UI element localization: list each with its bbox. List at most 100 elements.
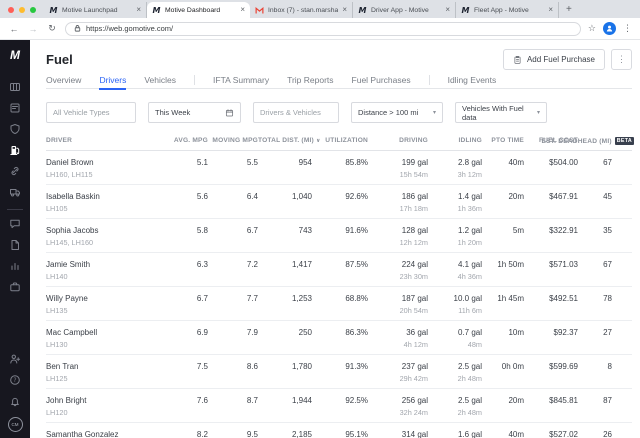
driving-cell: 199 gal15h 54m [368,158,428,184]
column-header-est-deadhead-mi[interactable]: EST. DEADHEAD (MI)BETA [578,137,634,145]
browser-menu-icon[interactable]: ⋮ [623,23,632,34]
moving-mpg-cell: 5.5 [208,158,258,184]
tab-drivers[interactable]: Drivers [99,71,126,89]
driver-name[interactable]: Isabella Baskin [46,192,164,201]
table-row[interactable]: Sophia Jacobs LH145, LH160 5.8 6.7 743 9… [46,219,632,253]
table-row[interactable]: Willy Payne LH135 6.7 7.7 1,253 68.8% 18… [46,287,632,321]
driving-cell: 237 gal29h 42m [368,362,428,388]
browser-tab[interactable]: Inbox (7) - stan.marshal@trucki × [250,2,353,18]
tab-close-icon[interactable]: × [136,6,141,14]
reload-icon[interactable]: ↻ [46,23,58,34]
driver-name[interactable]: John Bright [46,396,164,405]
tab-close-icon[interactable]: × [342,6,347,14]
address-bar[interactable]: https://web.gomotive.com/ [65,22,581,36]
driver-name[interactable]: Jamie Smith [46,260,164,269]
driver-name[interactable]: Ben Tran [46,362,164,371]
column-header-moving-mpg[interactable]: MOVING MPG [208,137,258,145]
table-row[interactable]: John Bright LH120 7.6 8.7 1,944 92.5% 25… [46,389,632,423]
column-header-utilization[interactable]: UTILIZATION [312,137,368,145]
driver-cell: Samantha Gonzalez [46,430,164,438]
driver-name[interactable]: Mac Campbell [46,328,164,337]
sidebar-item-help[interactable]: ? [0,371,30,392]
drivers-vehicles-input[interactable] [260,108,332,117]
new-tab-button[interactable]: + [559,4,579,18]
fuel-cost-cell: $571.03 [524,260,578,286]
driver-cell: John Bright LH120 [46,396,164,422]
tab-close-icon[interactable]: × [445,6,450,14]
pto-time-cell: 10m [482,328,524,354]
sidebar-item-link[interactable] [0,162,30,183]
column-header-driver[interactable]: DRIVER [46,137,164,145]
browser-tab[interactable]: M Driver App - Motive × [353,2,456,18]
table-row[interactable]: Daniel Brown LH160, LH115 5.1 5.5 954 85… [46,151,632,185]
tab-overview[interactable]: Overview [46,71,81,89]
column-header-total-dist-mi[interactable]: TOTAL DIST. (MI)∨ [258,137,312,145]
sidebar-item-truck[interactable] [0,183,30,204]
table-row[interactable]: Jamie Smith LH140 6.3 7.2 1,417 87.5% 22… [46,253,632,287]
column-header-idling[interactable]: IDLING [428,137,482,145]
forward-icon[interactable]: → [27,24,39,34]
avg-mpg-cell: 6.9 [164,328,208,354]
tab-close-icon[interactable]: × [548,6,553,14]
driver-name[interactable]: Sophia Jacobs [46,226,164,235]
user-avatar[interactable]: CM [8,417,23,432]
sidebar-item-reports-chart[interactable] [0,257,30,278]
minimize-window-button[interactable] [19,7,25,13]
table-row[interactable]: Mac Campbell LH130 6.9 7.9 250 86.3% 36 … [46,321,632,355]
table-row[interactable]: Samantha Gonzalez 8.2 9.5 2,185 95.1% 31… [46,423,632,438]
tab-ifta-summary[interactable]: IFTA Summary [213,71,269,89]
sidebar-item-safety-shield[interactable] [0,120,30,141]
zoom-window-button[interactable] [30,7,36,13]
url-text: https://web.gomotive.com/ [86,24,173,33]
column-header-driving[interactable]: DRIVING [368,137,428,145]
more-options-button[interactable]: ⋮ [611,49,632,70]
column-header-pto-time[interactable]: PTO TIME [482,137,524,145]
back-icon[interactable]: ← [8,24,20,34]
avg-mpg-cell: 5.6 [164,192,208,218]
driving-cell: 224 gal23h 30m [368,260,428,286]
add-fuel-purchase-button[interactable]: Add Fuel Purchase [503,49,605,70]
browser-profile-avatar[interactable] [603,22,616,35]
driver-name[interactable]: Samantha Gonzalez [46,430,164,438]
motive-logo[interactable]: M [10,48,20,62]
sidebar-item-document[interactable] [0,236,30,257]
driver-name[interactable]: Willy Payne [46,294,164,303]
browser-tab[interactable]: M Fleet App - Motive × [456,2,559,18]
vehicle-types-input[interactable] [53,108,129,117]
total-dist-cell: 1,944 [258,396,312,422]
table-row[interactable]: Ben Tran LH125 7.5 8.6 1,780 91.3% 237 g… [46,355,632,389]
sidebar-item-toolbox[interactable] [0,278,30,299]
tab-trip-reports[interactable]: Trip Reports [287,71,333,89]
total-dist-cell: 1,253 [258,294,312,320]
date-range-filter[interactable]: This Week [148,102,241,123]
calendar-icon [225,108,234,117]
sidebar-item-invite-user[interactable] [0,350,30,371]
tab-vehicles[interactable]: Vehicles [144,71,176,89]
sidebar-item-fuel-pump[interactable] [0,141,30,162]
distance-value: Distance > 100 mi [358,108,418,117]
tab-idling-events[interactable]: Idling Events [448,71,497,89]
fuel-data-filter[interactable]: Vehicles With Fuel data ▾ [455,102,547,123]
total-dist-cell: 954 [258,158,312,184]
distance-filter[interactable]: Distance > 100 mi ▾ [351,102,443,123]
driver-vehicles: LH145, LH160 [46,238,164,247]
vehicle-types-filter[interactable] [46,102,136,123]
idling-cell: 1.2 gal1h 20m [428,226,482,252]
browser-tab[interactable]: M Motive Dashboard × [147,2,250,18]
sidebar-item-notification-bell[interactable] [0,392,30,413]
driver-vehicles: LH140 [46,272,164,281]
browser-tab[interactable]: M Motive Launchpad × [44,2,147,18]
sidebar-item-fleet-list[interactable] [0,99,30,120]
tab-close-icon[interactable]: × [240,6,245,14]
table-row[interactable]: Isabella Baskin LH105 5.6 6.4 1,040 92.6… [46,185,632,219]
tab-fuel-purchases[interactable]: Fuel Purchases [352,71,411,89]
sidebar-item-messages[interactable] [0,215,30,236]
bookmark-star-icon[interactable]: ☆ [588,23,596,34]
column-header-avg-mpg[interactable]: AVG. MPG [164,137,208,145]
driving-cell: 314 gal [368,430,428,438]
close-window-button[interactable] [8,7,14,13]
driver-name[interactable]: Daniel Brown [46,158,164,167]
utilization-cell: 91.6% [312,226,368,252]
sidebar-item-dashboard[interactable] [0,78,30,99]
drivers-vehicles-filter[interactable] [253,102,339,123]
